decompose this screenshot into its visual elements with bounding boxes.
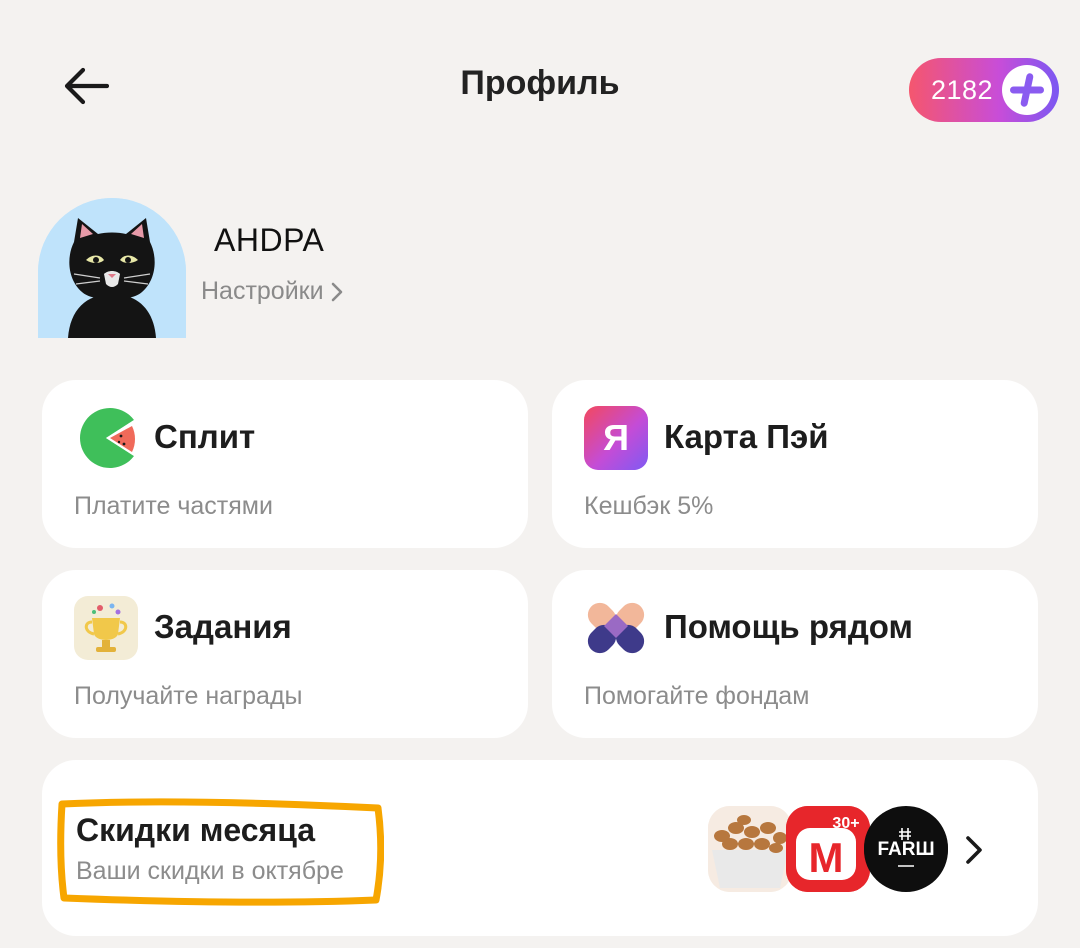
nuts-store-logo <box>708 806 792 892</box>
plus-points-value: 2182 <box>931 74 994 105</box>
farsh-logo: FARШ <box>864 806 948 892</box>
help-nearby-icon <box>587 602 645 654</box>
card-title: Помощь рядом <box>664 608 913 645</box>
user-name: AHDPA <box>214 222 325 258</box>
split-pacman-icon <box>80 408 138 468</box>
chevron-right-icon <box>331 282 342 301</box>
chevron-right-icon <box>966 836 982 864</box>
plus-icon <box>1002 65 1052 115</box>
farsh-text: FARШ <box>877 839 934 860</box>
header: Профиль 2182 <box>0 0 1080 170</box>
pay-card-letter: Я <box>603 417 629 458</box>
split-card[interactable]: Сплит Платите частями <box>42 380 528 548</box>
plus-points-badge[interactable]: 2182 <box>909 58 1059 122</box>
magnit-letter: М <box>809 834 844 881</box>
card-subtitle: Кешбэк 5% <box>584 492 714 520</box>
avatar[interactable] <box>38 198 186 338</box>
yandex-pay-card-icon: Я <box>584 406 648 470</box>
pay-card[interactable]: Я Карта Пэй Кешбэк 5% <box>552 380 1038 548</box>
discount-stores: М 30+ FARШ <box>708 806 948 892</box>
black-cat-avatar-icon <box>38 198 186 338</box>
settings-link[interactable]: Настройки <box>201 277 344 306</box>
magnit-logo: М 30+ <box>786 806 870 892</box>
card-title: Карта Пэй <box>664 418 829 455</box>
help-nearby-card[interactable]: Помощь рядом Помогайте фондам <box>552 570 1038 738</box>
magnit-badge: 30+ <box>832 815 859 832</box>
card-subtitle: Помогайте фондам <box>584 682 810 710</box>
settings-label: Настройки <box>201 277 324 305</box>
card-subtitle: Получайте награды <box>74 682 303 710</box>
highlight-marker-outline <box>57 798 384 906</box>
card-title: Сплит <box>154 418 256 455</box>
card-subtitle: Платите частями <box>74 492 273 520</box>
card-title: Задания <box>154 608 292 645</box>
tasks-card[interactable]: Задания Получайте награды <box>42 570 528 738</box>
trophy-icon <box>74 596 138 660</box>
